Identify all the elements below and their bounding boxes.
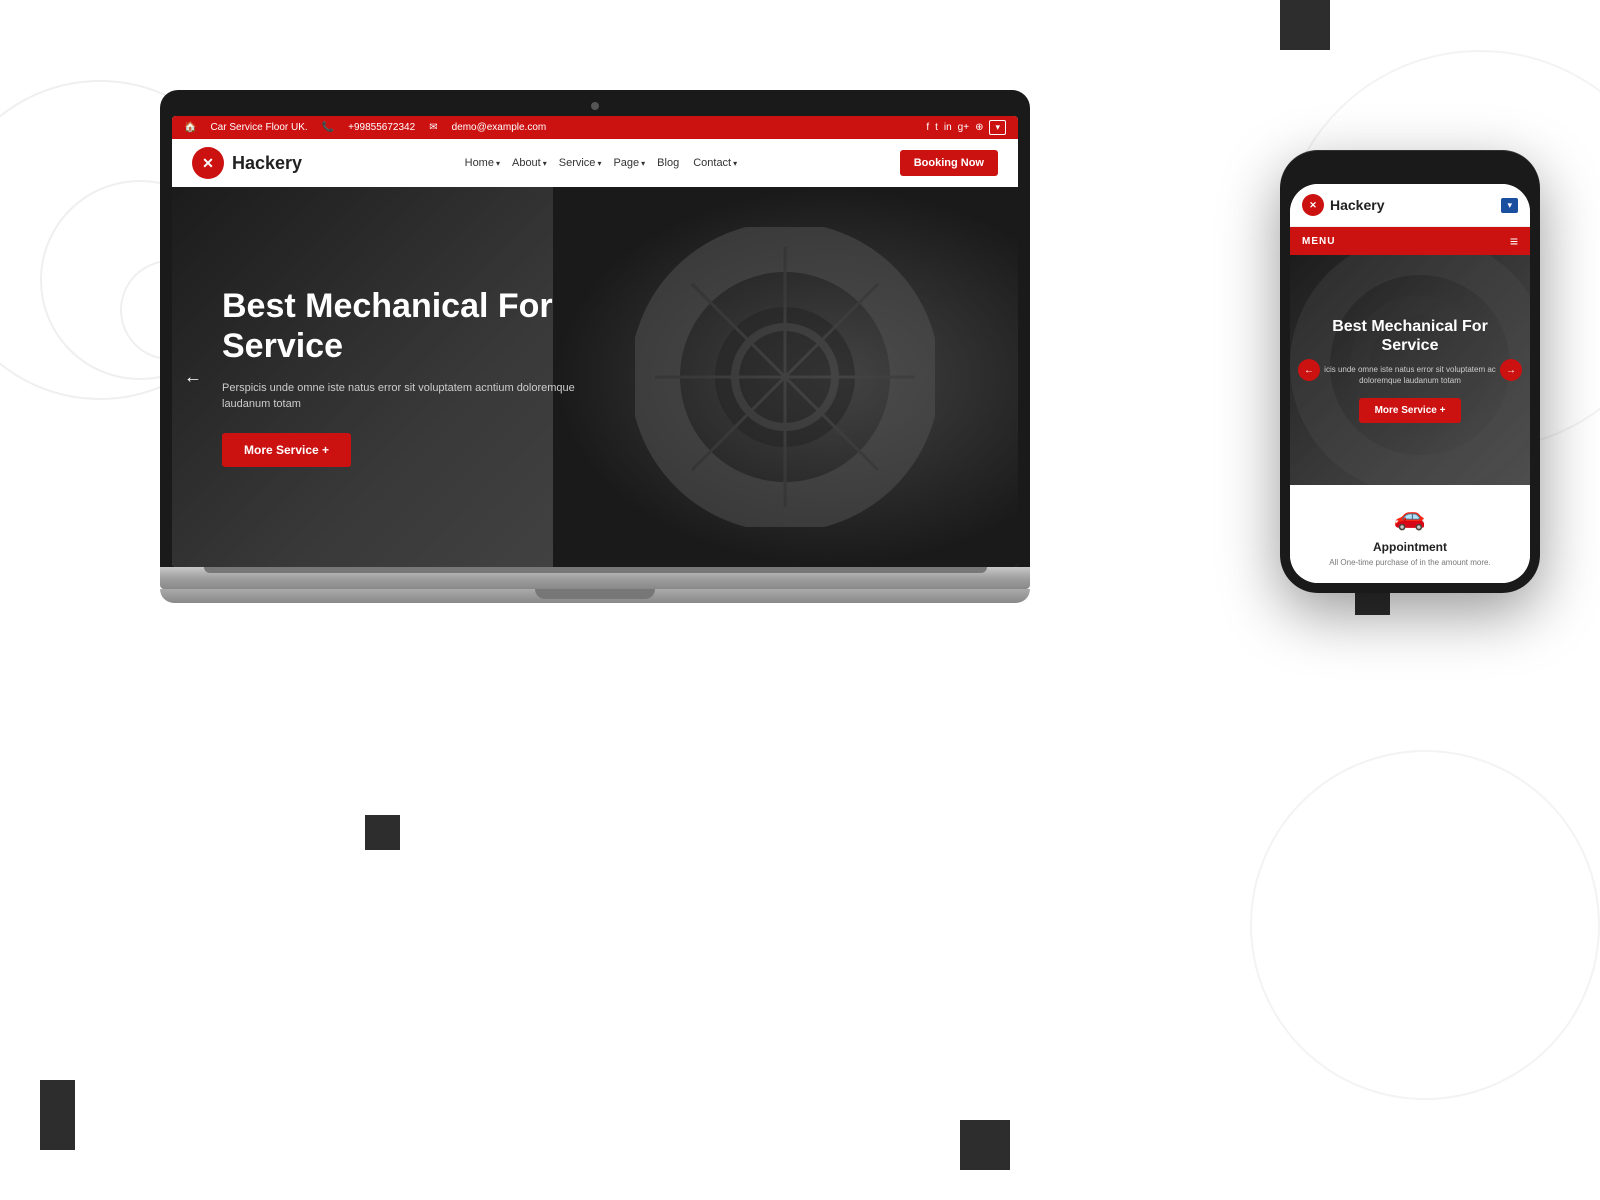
social-instagram-icon[interactable]: in: [944, 122, 952, 133]
booking-now-button[interactable]: Booking Now: [900, 150, 998, 176]
phone-logo-icon: ✕: [1302, 194, 1324, 216]
language-button[interactable]: ▾: [989, 120, 1006, 135]
scene-container: 🏠 Car Service Floor UK. 📞 +99855672342 ✉…: [100, 50, 1540, 1140]
nav-about[interactable]: About: [512, 157, 547, 169]
topbar-address-icon: 🏠: [184, 122, 196, 133]
nav-home[interactable]: Home: [465, 157, 500, 169]
site-logo: ✕ Hackery: [192, 147, 302, 179]
laptop-base: [160, 567, 1030, 589]
phone-car-icon: 🚗: [1306, 501, 1514, 532]
site-navbar: ✕ Hackery Home About Service Page Blog C…: [172, 139, 1018, 187]
hero-title: Best Mechanical For Service: [222, 287, 602, 365]
tire-svg: [635, 227, 935, 527]
phone-notch-bar: [1290, 160, 1530, 184]
topbar-phone-icon: 📞: [322, 122, 334, 133]
topbar-right: f t in g+ ⊕ ▾: [926, 120, 1006, 135]
nav-page[interactable]: Page: [613, 157, 645, 169]
logo-text: Hackery: [232, 153, 302, 174]
decorative-square-4: [40, 1080, 75, 1150]
hero-arrow-left[interactable]: ←: [184, 367, 202, 388]
phone-hero-cta-button[interactable]: More Service +: [1359, 398, 1462, 423]
laptop-notch: [535, 589, 655, 599]
phone-hamburger-icon[interactable]: ≡: [1510, 233, 1518, 249]
phone-service-title: Appointment: [1306, 540, 1514, 554]
laptop-foot: [160, 589, 1030, 603]
topbar-email: demo@example.com: [452, 122, 547, 133]
logo-icon: ✕: [192, 147, 224, 179]
phone-lang-button[interactable]: ▾: [1501, 198, 1518, 213]
phone-hero-description: icis unde omne iste natus error sit volu…: [1310, 364, 1510, 386]
topbar-left: 🏠 Car Service Floor UK. 📞 +99855672342 ✉…: [184, 122, 546, 133]
social-twitter-icon[interactable]: t: [935, 122, 938, 133]
topbar-address: Car Service Floor UK.: [210, 122, 307, 133]
social-extra-icon[interactable]: ⊕: [975, 122, 983, 133]
phone-hero: ← → Best Mechanical For Service icis und…: [1290, 255, 1530, 485]
nav-links: Home About Service Page Blog Contact: [465, 157, 738, 169]
phone-logo: ✕ Hackery: [1302, 194, 1385, 216]
hero-cta-button[interactable]: More Service +: [222, 433, 351, 467]
laptop-camera: [591, 102, 599, 110]
laptop-screen-inner: 🏠 Car Service Floor UK. 📞 +99855672342 ✉…: [172, 116, 1018, 567]
phone-menu-label: MENU: [1302, 236, 1335, 247]
laptop-screen-outer: 🏠 Car Service Floor UK. 📞 +99855672342 ✉…: [160, 90, 1030, 567]
phone-hero-content: Best Mechanical For Service icis unde om…: [1290, 317, 1530, 423]
phone-logo-text: Hackery: [1330, 197, 1385, 213]
phone-outer: ✕ Hackery ▾ MENU ≡ ← → Bes: [1280, 150, 1540, 593]
social-google-icon[interactable]: g+: [958, 122, 969, 133]
phone-notch: [1370, 164, 1450, 180]
topbar-email-icon: ✉: [429, 122, 437, 133]
phone-service-description: All One-time purchase of in the amount m…: [1306, 558, 1514, 567]
decorative-square-1: [1280, 0, 1330, 50]
phone-device: ✕ Hackery ▾ MENU ≡ ← → Bes: [1280, 150, 1540, 593]
phone-menu-bar: MENU ≡: [1290, 227, 1530, 255]
nav-contact[interactable]: Contact: [693, 157, 737, 169]
site-topbar: 🏠 Car Service Floor UK. 📞 +99855672342 ✉…: [172, 116, 1018, 139]
hero-description: Perspicis unde omne iste natus error sit…: [222, 380, 602, 413]
phone-arrow-left[interactable]: ←: [1298, 359, 1320, 381]
social-facebook-icon[interactable]: f: [926, 122, 929, 133]
laptop-device: 🏠 Car Service Floor UK. 📞 +99855672342 ✉…: [160, 90, 1030, 603]
phone-screen: ✕ Hackery ▾ MENU ≡ ← → Bes: [1290, 184, 1530, 583]
phone-site-header: ✕ Hackery ▾: [1290, 184, 1530, 227]
phone-service-section: 🚗 Appointment All One-time purchase of i…: [1290, 485, 1530, 583]
phone-hero-title: Best Mechanical For Service: [1310, 317, 1510, 355]
nav-blog[interactable]: Blog: [657, 157, 681, 169]
topbar-phone: +99855672342: [348, 122, 415, 133]
laptop-hinge: [204, 567, 987, 573]
phone-arrow-right[interactable]: →: [1500, 359, 1522, 381]
nav-service[interactable]: Service: [559, 157, 602, 169]
hero-content: Best Mechanical For Service Perspicis un…: [172, 247, 652, 506]
site-hero: ← Best Mechanical For Service Perspicis …: [172, 187, 1018, 567]
